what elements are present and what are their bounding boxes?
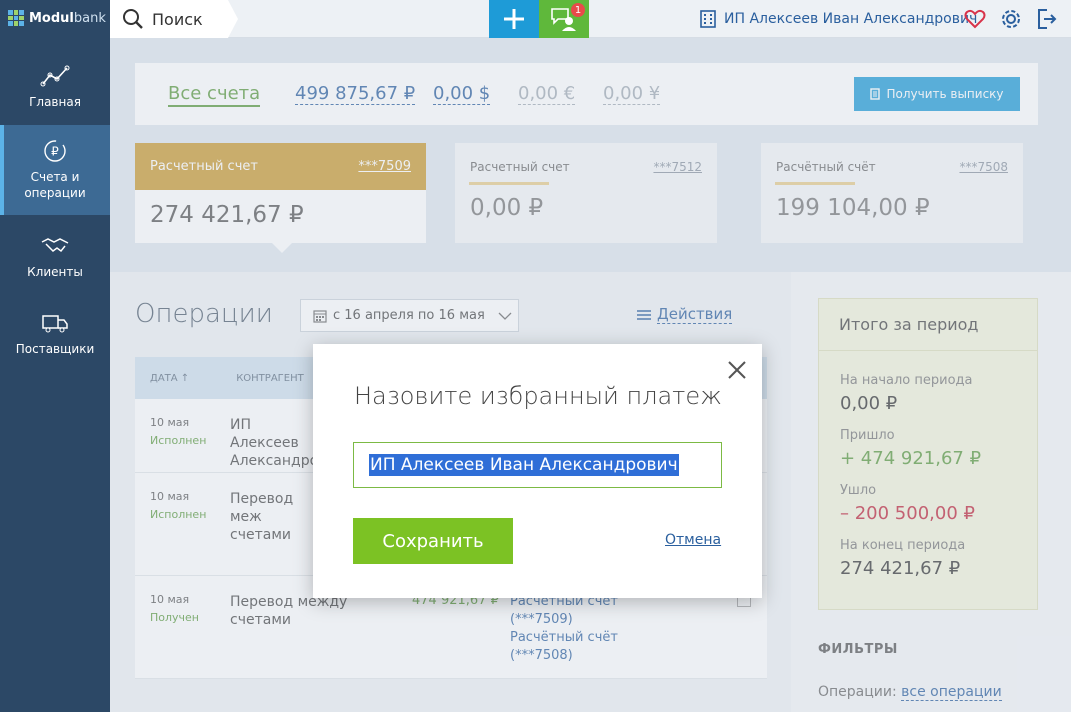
close-icon[interactable] <box>725 358 749 382</box>
sidebar-item-suppliers[interactable]: Поставщики <box>0 311 110 357</box>
sidebar-item-clients[interactable]: Клиенты <box>0 234 110 280</box>
search-button[interactable]: Поиск <box>110 0 228 38</box>
chat-button[interactable]: 1 <box>539 0 589 38</box>
favorites-button[interactable] <box>963 7 987 31</box>
sidebar-item-label: Клиенты <box>27 265 83 279</box>
plus-icon <box>504 9 524 29</box>
logo-text-bold: Modul <box>29 10 74 26</box>
sidebar-item-accounts[interactable]: ₽ Счета и операции <box>0 125 110 215</box>
cancel-link[interactable]: Отмена <box>665 532 721 548</box>
svg-text:₽: ₽ <box>51 145 59 159</box>
settings-button[interactable] <box>999 7 1023 31</box>
search-icon <box>123 9 143 29</box>
ruble-cycle-icon: ₽ <box>44 140 66 162</box>
sidebar-item-home[interactable]: Главная <box>0 64 110 110</box>
logo[interactable]: Modulbank <box>0 0 110 36</box>
company-name: ИП Алексеев Иван Александрович <box>724 11 978 27</box>
logo-text-light: bank <box>73 10 106 26</box>
logo-mark-icon <box>8 10 24 26</box>
search-label: Поиск <box>152 9 203 29</box>
building-icon <box>700 10 716 28</box>
handshake-icon <box>41 238 69 253</box>
logout-icon <box>1038 9 1057 29</box>
dialog-title: Назовите избранный платеж <box>354 382 722 410</box>
company-selector[interactable]: ИП Алексеев Иван Александрович <box>700 0 977 38</box>
payment-name-input[interactable]: ИП Алексеев Иван Александрович <box>353 442 722 488</box>
logout-button[interactable] <box>1035 7 1059 31</box>
sidebar-item-label: Главная <box>29 95 81 109</box>
top-bar: Поиск 1 ИП Алексеев Иван Александрович <box>110 0 1071 38</box>
selected-text: ИП Алексеев Иван Александрович <box>369 454 679 476</box>
chat-badge: 1 <box>571 3 585 17</box>
sidebar: Modulbank Главная ₽ Счета и операции Кли… <box>0 0 110 712</box>
heart-icon <box>964 9 986 29</box>
create-button[interactable] <box>489 0 539 38</box>
gear-icon <box>1002 10 1020 28</box>
sidebar-item-label: Поставщики <box>15 342 95 356</box>
favorite-payment-dialog: Назовите избранный платеж ИП Алексеев Ив… <box>313 344 762 598</box>
save-button[interactable]: Сохранить <box>353 518 513 564</box>
truck-icon <box>42 315 68 333</box>
sidebar-item-label: Счета и операции <box>24 170 86 200</box>
chart-line-icon <box>40 65 70 87</box>
